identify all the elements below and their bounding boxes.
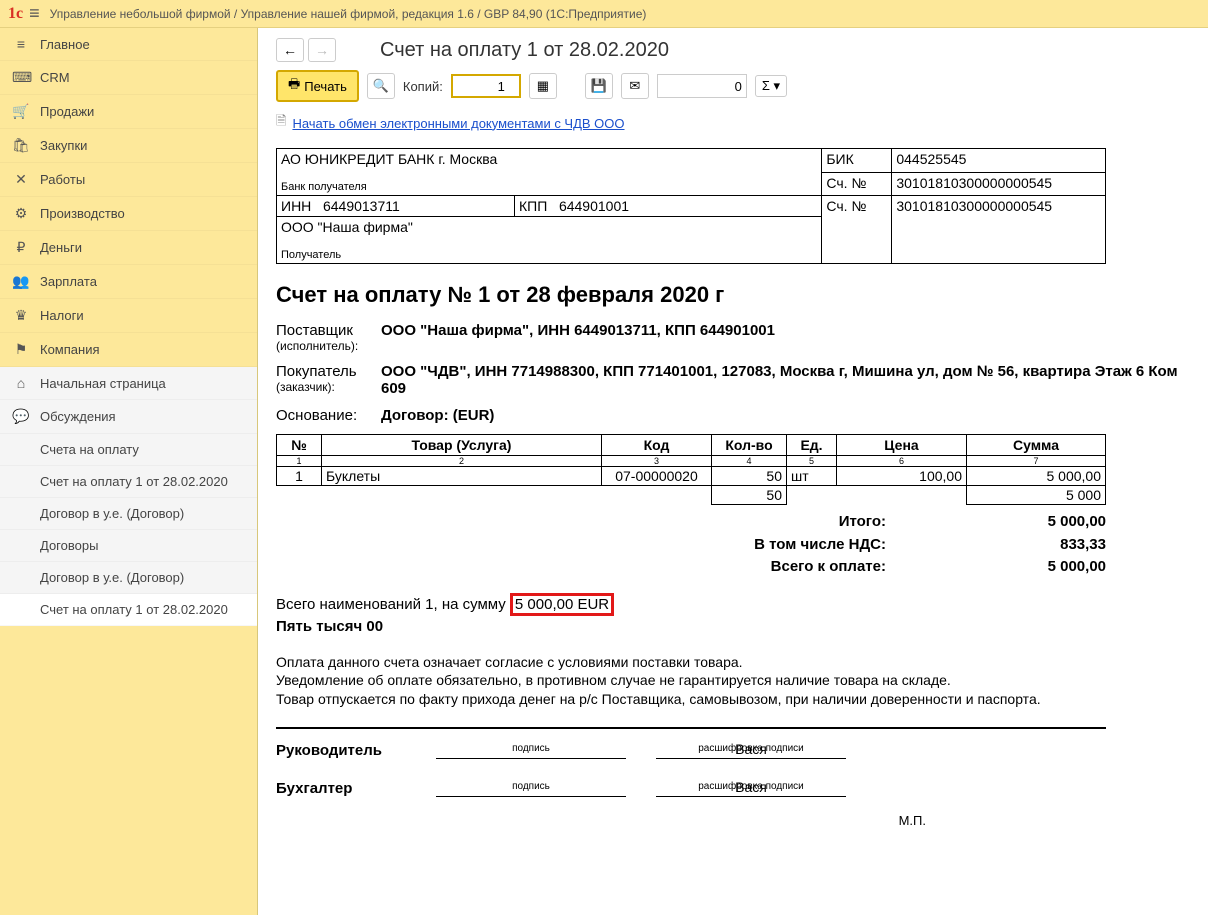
nav-back-button[interactable]: ← — [276, 38, 304, 62]
director-label: Руководитель — [276, 742, 436, 759]
summary-line: Всего наименований 1, на сумму 5 000,00 … — [276, 593, 1190, 616]
sidebar-item-Компания[interactable]: ⚑Компания — [0, 333, 257, 367]
sidebar-item-Работы[interactable]: ✕Работы — [0, 163, 257, 197]
section-icon: 👥 — [12, 273, 30, 290]
email-button[interactable]: ✉ — [621, 73, 649, 99]
supplier-value: ООО "Наша фирма", ИНН 6449013711, КПП 64… — [381, 322, 1190, 353]
invoice-title: Счет на оплату № 1 от 28 февраля 2020 г — [276, 282, 1190, 308]
buyer-value: ООО "ЧДВ", ИНН 7714988300, КПП 771401001… — [381, 363, 1190, 397]
bik-label: БИК — [822, 149, 892, 173]
save-button[interactable]: 💾 — [585, 73, 613, 99]
sidebar-item-Счет на оплату 1 от 28.02.2020[interactable]: Счет на оплату 1 от 28.02.2020 — [0, 466, 257, 498]
stamp-mp: М.П. — [276, 813, 926, 828]
copies-label: Копий: — [403, 79, 443, 94]
section-icon: ♛ — [12, 307, 30, 324]
sidebar-item-Главное[interactable]: ≡Главное — [0, 28, 257, 61]
nav-forward-button[interactable]: → — [308, 38, 336, 62]
payment-notice: Оплата данного счета означает согласие с… — [276, 653, 1190, 710]
titlebar: 1с ≡ Управление небольшой фирмой / Управ… — [0, 0, 1208, 28]
items-table: №Товар (Услуга)КодКол-воЕд.ЦенаСумма 123… — [276, 434, 1106, 505]
summary-words: Пять тысяч 00 — [276, 618, 1190, 635]
company-name: ООО "Наша фирма" — [281, 219, 817, 235]
content-area: ← → Счет на оплату 1 от 28.02.2020 🖶 Печ… — [258, 28, 1208, 915]
page-title: Счет на оплату 1 от 28.02.2020 — [380, 39, 669, 62]
sidebar-item-Договоры[interactable]: Договоры — [0, 530, 257, 562]
acc-label-2: Сч. № — [822, 196, 892, 264]
sidebar-item-Счет на оплату 1 от 28.02.2020[interactable]: Счет на оплату 1 от 28.02.2020 — [0, 594, 257, 626]
sidebar-item-Счета на оплату[interactable]: Счета на оплату — [0, 434, 257, 466]
grid-button[interactable]: ▦ — [529, 73, 557, 99]
sidebar-item-Продажи[interactable]: 🛒Продажи — [0, 95, 257, 129]
section-icon: ✕ — [12, 171, 30, 188]
bank-details-table: АО ЮНИКРЕДИТ БАНК г. Москва Банк получат… — [276, 148, 1106, 264]
print-button[interactable]: 🖶 Печать — [276, 70, 359, 102]
bank-name: АО ЮНИКРЕДИТ БАНК г. Москва — [281, 151, 817, 167]
toolbar: 🖶 Печать 🔍 Копий: ▦ 💾 ✉ Σ ▾ — [276, 70, 1190, 102]
acc-label-1: Сч. № — [822, 172, 892, 196]
section-icon: 🛒 — [12, 103, 30, 120]
sidebar-item-Закупки[interactable]: 🛍Закупки — [0, 129, 257, 163]
section-icon: ⌨ — [12, 69, 30, 86]
sidebar-item-Обсуждения[interactable]: 💬Обсуждения — [0, 400, 257, 434]
bank-caption: Банк получателя — [281, 181, 817, 193]
sigma-button[interactable]: Σ ▾ — [755, 75, 787, 97]
accountant-label: Бухгалтер — [276, 780, 436, 797]
edi-link[interactable]: Начать обмен электронными документами с … — [292, 116, 624, 131]
sidebar-item-Договор в у.е. (Договор)[interactable]: Договор в у.е. (Договор) — [0, 562, 257, 594]
basis-value: Договор: (EUR) — [381, 407, 1190, 424]
preview-button[interactable]: 🔍 — [367, 73, 395, 99]
section-icon: ₽ — [12, 239, 30, 256]
corr-acc: 30101810300000000545 — [892, 172, 1106, 196]
bik-value: 044525545 — [892, 149, 1106, 173]
section-icon: ⚑ — [12, 341, 30, 358]
sidebar-item-Договор в у.е. (Договор)[interactable]: Договор в у.е. (Договор) — [0, 498, 257, 530]
section-icon: ⌂ — [12, 375, 30, 391]
extra-input[interactable] — [657, 74, 747, 98]
sidebar-item-CRM[interactable]: ⌨CRM — [0, 61, 257, 95]
sidebar-item-Зарплата[interactable]: 👥Зарплата — [0, 265, 257, 299]
highlighted-amount: 5 000,00 EUR — [510, 593, 614, 616]
invoice-document: АО ЮНИКРЕДИТ БАНК г. Москва Банк получат… — [276, 148, 1190, 828]
sidebar-item-Начальная страница[interactable]: ⌂Начальная страница — [0, 367, 257, 400]
copies-input[interactable] — [451, 74, 521, 98]
section-icon: 🛍 — [12, 137, 30, 154]
recipient-caption: Получатель — [281, 249, 817, 261]
settlement-acc: 30101810300000000545 — [892, 196, 1106, 264]
section-icon: ≡ — [12, 36, 30, 52]
sidebar: ≡Главное⌨CRM🛒Продажи🛍Закупки✕Работы⚙Прои… — [0, 28, 258, 915]
section-icon: ⚙ — [12, 205, 30, 222]
app-title: Управление небольшой фирмой / Управление… — [50, 7, 647, 21]
sidebar-item-Деньги[interactable]: ₽Деньги — [0, 231, 257, 265]
menu-icon[interactable]: ≡ — [29, 3, 40, 24]
document-icon: 🗎 — [276, 112, 286, 134]
printer-icon: 🖶 — [288, 75, 300, 97]
sidebar-item-Производство[interactable]: ⚙Производство — [0, 197, 257, 231]
sidebar-item-Налоги[interactable]: ♛Налоги — [0, 299, 257, 333]
logo-1c: 1с — [8, 5, 23, 23]
section-icon: 💬 — [12, 408, 30, 425]
